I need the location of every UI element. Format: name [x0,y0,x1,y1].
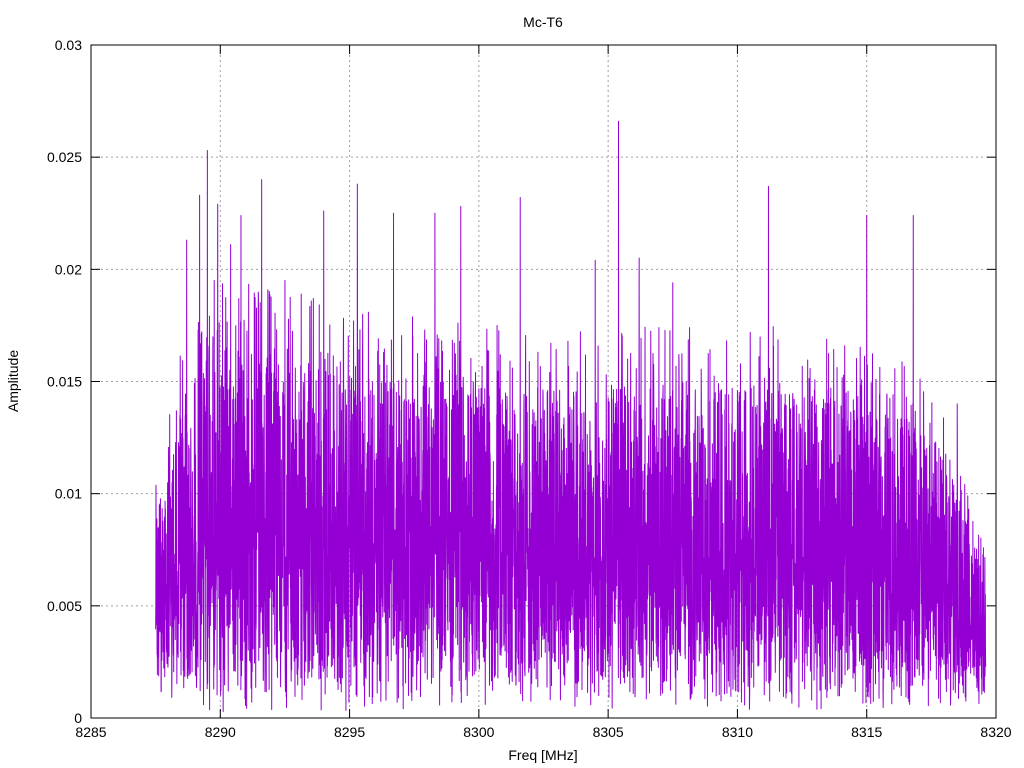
x-tick-label: 8305 [593,724,624,740]
x-axis-label: Freq [MHz] [508,747,577,763]
x-tick-label: 8310 [722,724,753,740]
y-tick-label: 0 [74,710,82,726]
chart: 8285 8290 8295 8300 8305 8310 8315 8320 0 0.005 0.… [0,0,1024,768]
y-axis-label: Amplitude [5,350,21,412]
y-tick-label: 0.03 [55,37,82,53]
y-tick-label: 0.01 [55,486,82,502]
y-tick-label: 0.015 [47,374,82,390]
chart-title: Mc-T6 [523,14,563,30]
x-tick-label: 8315 [851,724,882,740]
y-tick-label: 0.02 [55,261,82,277]
y-tick-label: 0.025 [47,149,82,165]
x-tick-label: 8285 [75,724,106,740]
x-tick-label: 8300 [463,724,494,740]
x-tick-label: 8320 [980,724,1011,740]
x-tick-label: 8290 [205,724,236,740]
x-tick-label: 8295 [334,724,365,740]
y-tick-label: 0.005 [47,598,82,614]
